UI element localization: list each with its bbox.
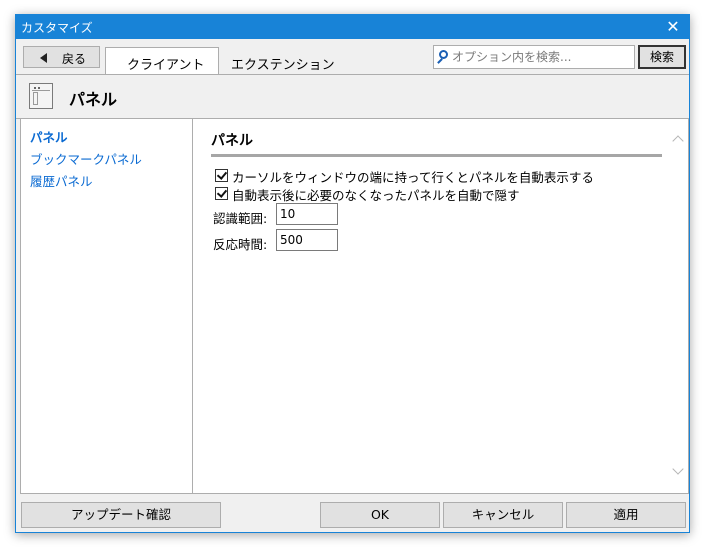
sidebar-item-history-panel[interactable]: 履歴パネル — [30, 171, 93, 190]
close-icon: ✕ — [666, 17, 680, 36]
customize-window: カスタマイズ ✕ 戻る クライアント エクステンション 検索 パネル パネル ブ… — [15, 14, 690, 533]
search-box — [433, 45, 635, 69]
auto-show-panel-label: カーソルをウィンドウの端に持って行くとパネルを自動表示する — [232, 170, 594, 185]
detection-range-input[interactable] — [276, 203, 338, 225]
detection-range-label: 認識範囲: — [213, 211, 268, 226]
check-update-button[interactable]: アップデート確認 — [21, 502, 221, 528]
response-time-label: 反応時間: — [213, 237, 268, 252]
auto-show-panel-checkbox[interactable] — [215, 169, 228, 182]
page-title: パネル — [69, 90, 118, 109]
tab-extension[interactable]: エクステンション — [219, 49, 339, 74]
tab-extension-label: エクステンション — [231, 58, 335, 73]
sidebar-item-panel[interactable]: パネル — [30, 127, 68, 146]
section-divider — [211, 154, 662, 157]
back-button[interactable]: 戻る — [23, 46, 100, 68]
apply-button[interactable]: 適用 — [566, 502, 686, 528]
settings-content: パネル カーソルをウィンドウの端に持って行くとパネルを自動表示する 自動表示後に… — [193, 119, 689, 494]
tab-client[interactable]: クライアント — [105, 47, 219, 75]
page-header: パネル — [16, 74, 689, 119]
scroll-down-icon[interactable] — [673, 467, 683, 477]
scroll-up-icon[interactable] — [673, 134, 683, 144]
panel-window-icon — [29, 83, 53, 109]
tab-client-label: クライアント — [127, 58, 205, 73]
auto-hide-panel-label: 自動表示後に必要のなくなったパネルを自動で隠す — [232, 188, 520, 203]
search-button[interactable]: 検索 — [638, 45, 686, 69]
window-title: カスタマイズ — [21, 21, 93, 35]
cancel-button[interactable]: キャンセル — [443, 502, 563, 528]
search-input[interactable] — [452, 48, 630, 66]
section-title: パネル — [211, 133, 253, 149]
close-button[interactable]: ✕ — [657, 15, 689, 39]
auto-hide-panel-checkbox[interactable] — [215, 187, 228, 200]
sidebar: パネル ブックマークパネル 履歴パネル — [20, 119, 193, 494]
sidebar-item-bookmark-panel[interactable]: ブックマークパネル — [30, 149, 142, 168]
toolbar: 戻る クライアント エクステンション 検索 — [16, 39, 689, 75]
response-time-input[interactable] — [276, 229, 338, 251]
back-button-label: 戻る — [62, 52, 87, 66]
title-bar: カスタマイズ ✕ — [16, 15, 689, 39]
back-arrow-icon — [40, 53, 47, 63]
ok-button[interactable]: OK — [320, 502, 440, 528]
footer: アップデート確認 OK キャンセル 適用 — [16, 494, 689, 532]
search-icon — [439, 50, 448, 59]
